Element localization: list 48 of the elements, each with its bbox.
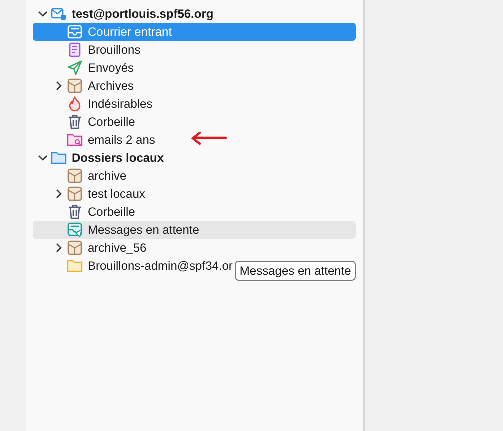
archive-box-icon [67, 186, 83, 202]
chevron-right-icon[interactable] [54, 243, 64, 253]
folder-row[interactable]: Brouillons [33, 41, 356, 59]
folder-row[interactable]: Indésirables [33, 95, 356, 113]
folder-row[interactable]: emails 2 ans [33, 131, 356, 149]
account-row[interactable]: test@portlouis.spf56.org [33, 5, 356, 23]
folder-name: Brouillons [88, 43, 141, 57]
account-row[interactable]: Dossiers locaux [33, 149, 356, 167]
folder-icon [51, 150, 67, 166]
folder-name: Indésirables [88, 97, 153, 111]
flame-icon [67, 96, 83, 112]
folder-row[interactable]: archive_56 [33, 239, 356, 257]
chevron-down-icon[interactable] [38, 153, 48, 163]
folder-row[interactable]: Corbeille [33, 113, 356, 131]
folder-row[interactable]: Envoyés [33, 59, 356, 77]
account-name: Dossiers locaux [72, 151, 164, 165]
search-folder-icon [67, 132, 83, 148]
folder-row[interactable]: Archives [33, 77, 356, 95]
document-icon [67, 42, 83, 58]
folder-row[interactable]: archive [33, 167, 356, 185]
folder-name: archive_56 [88, 241, 147, 255]
folder-name: Corbeille [88, 115, 136, 129]
inbox-icon [67, 24, 83, 40]
folder-name: Courrier entrant [88, 25, 172, 39]
tooltip: Messages en attente [234, 261, 356, 281]
folder-name: test locaux [88, 187, 146, 201]
folder-row[interactable]: Messages en attente [33, 221, 356, 239]
archive-box-icon [67, 240, 83, 256]
folder-row[interactable]: Corbeille [33, 203, 356, 221]
account-name: test@portlouis.spf56.org [72, 7, 214, 21]
folder-icon [67, 258, 83, 274]
folder-name: Corbeille [88, 205, 136, 219]
folder-name: Archives [88, 79, 134, 93]
chevron-down-icon[interactable] [38, 9, 48, 19]
chevron-right-icon[interactable] [54, 189, 64, 199]
folder-name: emails 2 ans [88, 133, 156, 147]
archive-box-icon [67, 78, 83, 94]
chevron-right-icon[interactable] [54, 81, 64, 91]
folder-name: Envoyés [88, 61, 134, 75]
folder-row[interactable]: test locaux [33, 185, 356, 203]
envelope-icon [51, 6, 67, 22]
trash-icon [67, 204, 83, 220]
paper-plane-icon [67, 60, 83, 76]
folder-name: archive [88, 169, 127, 183]
archive-box-icon [67, 168, 83, 184]
trash-icon [67, 114, 83, 130]
folder-name: Messages en attente [88, 223, 200, 237]
outbox-icon [67, 222, 83, 238]
